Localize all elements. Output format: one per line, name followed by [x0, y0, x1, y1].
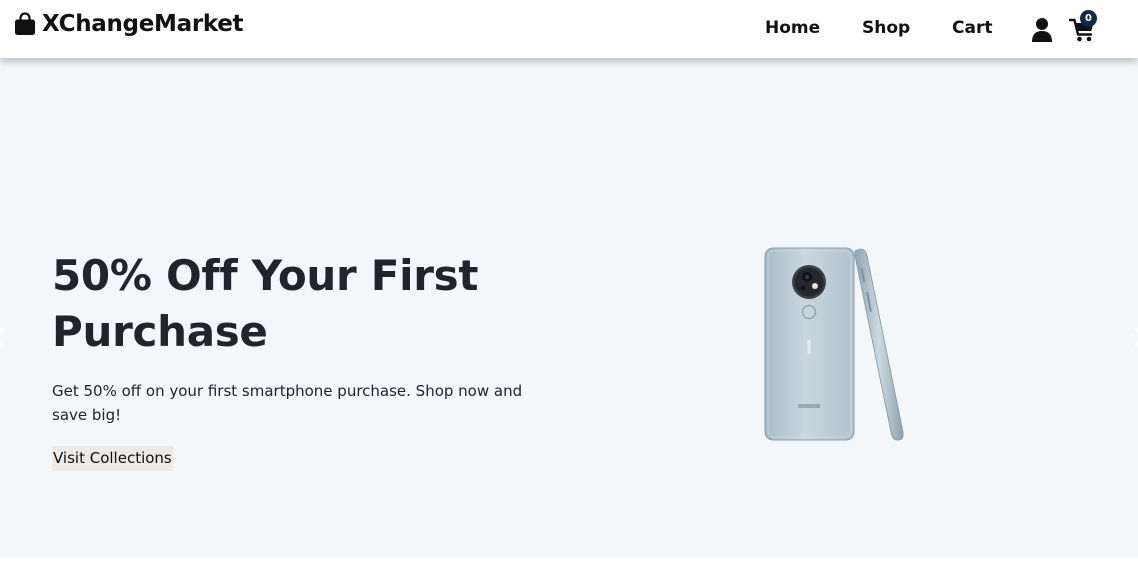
nav-cart-link[interactable]: Cart	[952, 20, 992, 37]
shopping-bag-icon	[15, 12, 35, 35]
nav-home-link[interactable]: Home	[765, 20, 820, 37]
site-header: XChangeMarket Home Shop Cart 0	[0, 0, 1138, 58]
hero-carousel: 50% Off Your First Purchase Get 50% off …	[0, 58, 1138, 558]
brand-logo-link[interactable]: XChangeMarket	[14, 10, 244, 37]
chevron-right-icon[interactable]	[1132, 326, 1138, 348]
smartphone-product-image	[764, 247, 904, 441]
nav-shop-link[interactable]: Shop	[862, 20, 910, 37]
chevron-left-icon[interactable]	[0, 326, 6, 348]
visit-collections-button[interactable]: Visit Collections	[52, 446, 173, 471]
user-icon[interactable]	[1031, 17, 1053, 43]
cart-count-badge: 0	[1080, 10, 1097, 27]
hero-title: 50% Off Your First Purchase	[52, 251, 479, 356]
brand-name: XChangeMarket	[42, 10, 244, 37]
hero-description: Get 50% off on your first smartphone pur…	[52, 382, 523, 424]
